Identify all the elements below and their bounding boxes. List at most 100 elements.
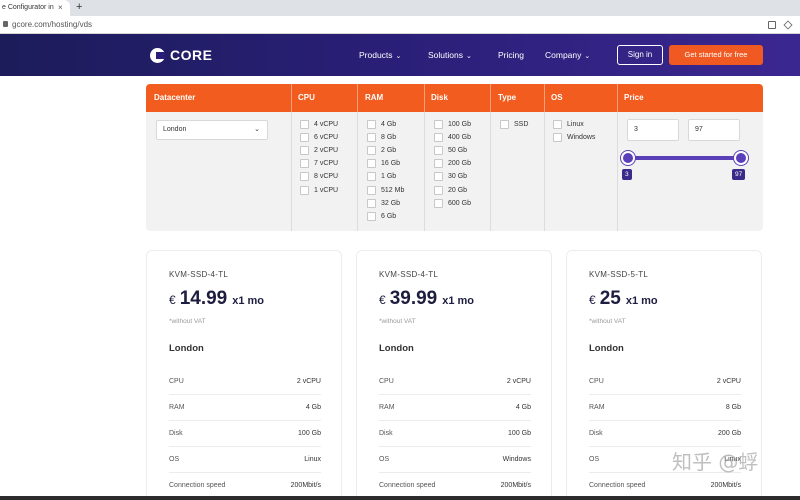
disk-option[interactable]: 400 Gb [434,132,471,142]
nav-solutions[interactable]: Solutions ⌄ [428,34,472,76]
checkbox[interactable] [367,198,376,208]
checkbox[interactable] [367,185,376,195]
disk-option[interactable]: 20 Gb [434,185,467,195]
vat-note: *without VAT [589,318,626,325]
nav-label: Pricing [498,50,524,60]
tab-close-icon[interactable]: × [58,0,63,16]
ram-option[interactable]: 8 Gb [367,132,396,142]
ram-option[interactable]: 6 Gb [367,211,396,221]
checkbox[interactable] [434,198,443,208]
price-amount: 14.99 [179,288,228,309]
spec-row: Disk 100 Gb [169,421,321,447]
disk-option[interactable]: 50 Gb [434,145,467,155]
checkbox[interactable] [367,145,376,155]
browser-tab[interactable]: e Configurator in × [0,0,70,16]
cpu-option[interactable]: 6 vCPU [300,132,338,142]
nav-company[interactable]: Company ⌄ [545,34,590,76]
browser-tab-bar: e Configurator in × + [0,0,800,16]
ram-option[interactable]: 1 Gb [367,171,396,181]
get-started-button[interactable]: Get started for free [669,45,763,65]
spec-row: RAM 4 Gb [379,395,531,421]
price-max-input[interactable]: 97 [688,119,740,141]
disk-option[interactable]: 100 Gb [434,119,471,129]
option-label: 1 vCPU [314,186,339,194]
translate-icon[interactable] [768,21,776,29]
nav-products[interactable]: Products ⌄ [359,34,401,76]
checkbox[interactable] [367,132,376,142]
spec-label: CPU [379,378,394,385]
checkbox[interactable] [434,171,443,181]
filter-header: Datacenter CPU RAM Disk Type OS Price [146,84,763,112]
checkbox[interactable] [300,132,309,142]
price-min-badge: 3 [622,169,632,180]
spec-label: OS [379,456,390,463]
checkbox[interactable] [553,132,562,142]
column-divider [424,84,425,112]
logo[interactable]: CORE [150,46,212,64]
disk-option[interactable]: 600 Gb [434,198,471,208]
nav-label: Solutions [428,50,463,60]
type-option[interactable]: SSD [500,119,528,129]
price-slider-max-handle[interactable] [734,151,748,165]
url-text[interactable]: gcore.com/hosting/vds [12,16,92,34]
checkbox[interactable] [553,119,562,129]
os-option[interactable]: Windows [553,132,595,142]
checkbox[interactable] [367,171,376,181]
spec-value: 8 Gb [725,404,741,411]
cpu-option[interactable]: 2 vCPU [300,145,338,155]
taskbar-edge [0,496,800,500]
ram-option[interactable]: 4 Gb [367,119,396,129]
checkbox[interactable] [367,211,376,221]
cpu-option[interactable]: 8 vCPU [300,171,338,181]
ram-option[interactable]: 16 Gb [367,158,400,168]
disk-option[interactable]: 30 Gb [434,171,467,181]
os-option[interactable]: Linux [553,119,584,129]
checkbox[interactable] [434,158,443,168]
cpu-option[interactable]: 7 vCPU [300,158,338,168]
checkbox[interactable] [500,119,509,129]
checkbox[interactable] [300,185,309,195]
ram-option[interactable]: 2 Gb [367,145,396,155]
column-divider [424,112,425,231]
checkbox[interactable] [367,119,376,129]
vat-note: *without VAT [169,318,206,325]
option-label: Linux [567,120,584,128]
share-icon[interactable] [783,20,793,30]
logo-icon [150,47,165,63]
checkbox[interactable] [300,119,309,129]
cpu-option[interactable]: 1 vCPU [300,185,338,195]
plan-name: KVM-SSD-5-TL [589,270,649,279]
plan-card[interactable]: KVM-SSD-4-TL € 14.99 x1 mo *without VAT … [146,250,342,500]
price-amount: 39.99 [389,288,438,309]
sign-in-button[interactable]: Sign in [617,45,663,65]
price-slider-min-handle[interactable] [621,151,635,165]
cpu-option[interactable]: 4 vCPU [300,119,338,129]
checkbox[interactable] [434,119,443,129]
checkbox[interactable] [367,158,376,168]
nav-pricing[interactable]: Pricing [498,34,524,76]
price-slider-track[interactable] [628,156,742,160]
datacenter-select[interactable]: London ⌄ [156,120,268,140]
checkbox[interactable] [300,158,309,168]
checkbox[interactable] [434,145,443,155]
ram-option[interactable]: 32 Gb [367,198,400,208]
spec-row: RAM 8 Gb [589,395,741,421]
new-tab-icon[interactable]: + [76,0,82,15]
option-label: 32 Gb [381,199,401,207]
spec-row: RAM 4 Gb [169,395,321,421]
price-amount: 25 [599,288,621,309]
option-label: 2 Gb [381,146,397,154]
address-bar[interactable]: gcore.com/hosting/vds [0,16,800,34]
option-label: 30 Gb [448,172,468,180]
checkbox[interactable] [300,171,309,181]
checkbox[interactable] [300,145,309,155]
checkbox[interactable] [434,185,443,195]
price-min-input[interactable]: 3 [627,119,679,141]
disk-option[interactable]: 200 Gb [434,158,471,168]
plan-card[interactable]: KVM-SSD-4-TL € 39.99 x1 mo *without VAT … [356,250,552,500]
checkbox[interactable] [434,132,443,142]
plan-price: € 14.99 x1 mo [169,288,264,312]
ram-option[interactable]: 512 Mb [367,185,404,195]
currency-symbol: € [589,293,596,307]
option-label: 7 vCPU [314,159,339,167]
